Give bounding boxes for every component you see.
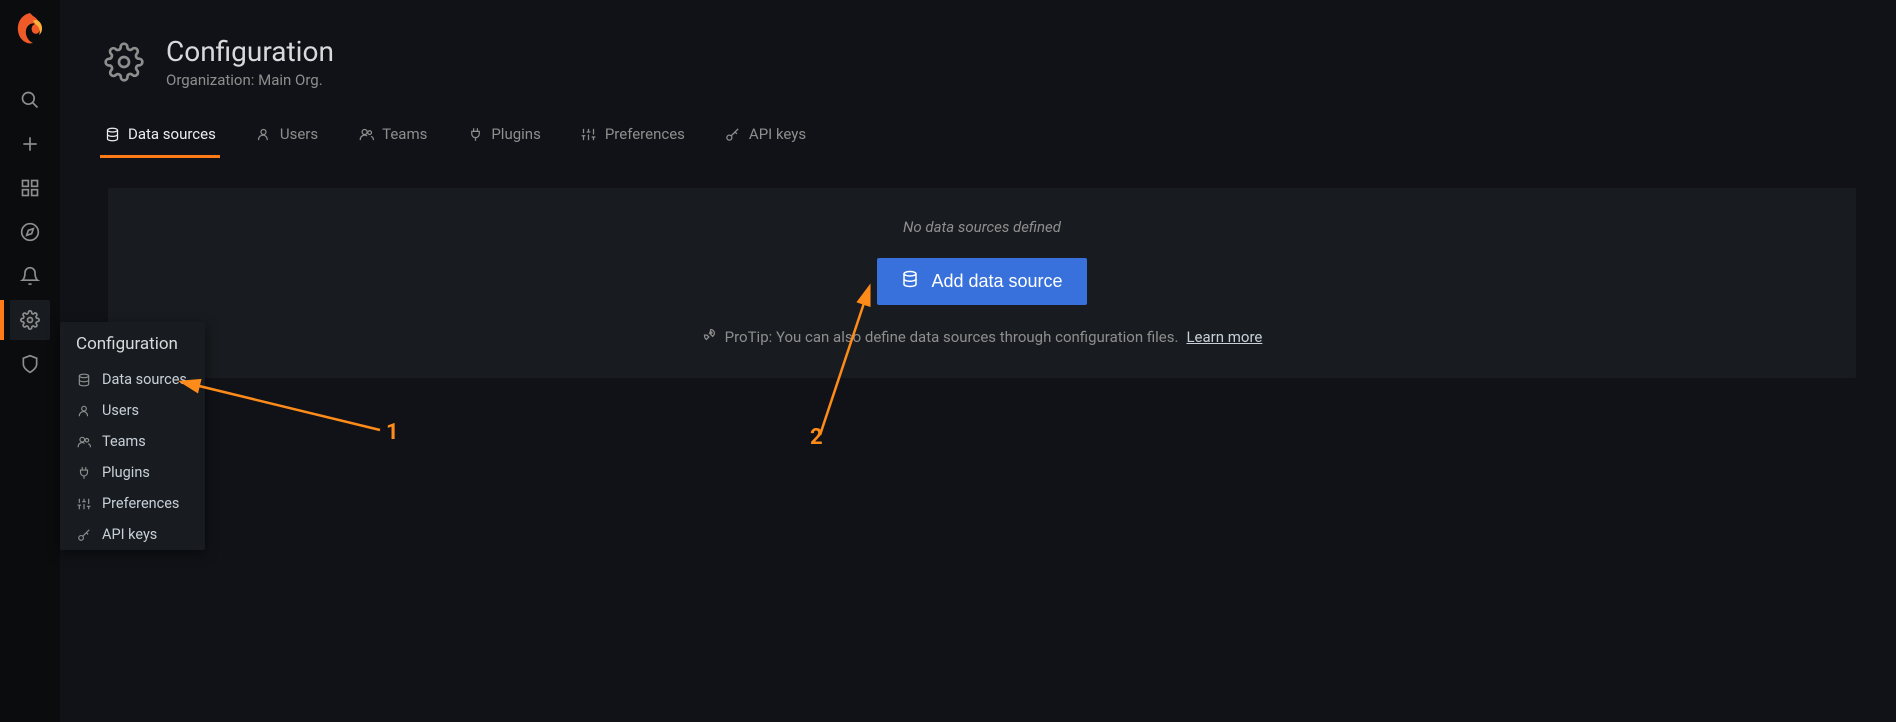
page-title: Configuration [166, 35, 334, 68]
database-icon [76, 372, 92, 388]
submenu-item-label: API keys [102, 526, 157, 543]
shield-icon[interactable] [10, 344, 50, 384]
submenu-item-teams[interactable]: Teams [60, 426, 205, 457]
page-header: Configuration Organization: Main Org. [60, 0, 1896, 89]
tab-label: Data sources [128, 125, 216, 143]
submenu-item-label: Users [102, 402, 139, 419]
data-sources-panel: No data sources defined Add data source … [108, 188, 1856, 378]
database-icon [901, 270, 919, 293]
key-icon [725, 126, 741, 142]
tab-label: Users [280, 125, 318, 143]
sidebar [0, 0, 60, 722]
gear-icon [100, 38, 148, 86]
main-content: Configuration Organization: Main Org. Da… [60, 0, 1896, 722]
users-icon [358, 126, 374, 142]
explore-icon[interactable] [10, 212, 50, 252]
tab-users[interactable]: Users [252, 117, 322, 158]
tab-plugins[interactable]: Plugins [463, 117, 544, 158]
submenu-item-plugins[interactable]: Plugins [60, 457, 205, 488]
protip-text: ProTip: You can also define data sources… [725, 328, 1179, 346]
plug-icon [76, 465, 92, 481]
plug-icon [467, 126, 483, 142]
tab-label: Teams [382, 125, 427, 143]
database-icon [104, 126, 120, 142]
tab-label: API keys [749, 125, 806, 143]
submenu-item-users[interactable]: Users [60, 395, 205, 426]
submenu-item-data-sources[interactable]: Data sources [60, 364, 205, 395]
submenu-item-label: Plugins [102, 464, 150, 481]
sliders-icon [76, 496, 92, 512]
learn-more-link[interactable]: Learn more [1186, 328, 1262, 346]
dashboards-icon[interactable] [10, 168, 50, 208]
empty-state-text: No data sources defined [128, 218, 1836, 236]
configuration-submenu: Configuration Data sources Users Teams P… [60, 322, 205, 550]
tabs: Data sources Users Teams Plugins Prefere… [60, 89, 1896, 158]
tab-data-sources[interactable]: Data sources [100, 117, 220, 158]
tab-label: Plugins [491, 125, 540, 143]
submenu-item-api-keys[interactable]: API keys [60, 519, 205, 550]
page-subtitle: Organization: Main Org. [166, 71, 334, 89]
key-icon [76, 527, 92, 543]
users-icon [76, 434, 92, 450]
grafana-logo[interactable] [10, 10, 50, 50]
search-icon[interactable] [10, 80, 50, 120]
submenu-item-label: Teams [102, 433, 146, 450]
tab-label: Preferences [605, 125, 685, 143]
add-button-label: Add data source [931, 271, 1062, 292]
user-icon [76, 403, 92, 419]
gear-icon[interactable] [10, 300, 50, 340]
rocket-icon [702, 327, 717, 346]
plus-icon[interactable] [10, 124, 50, 164]
submenu-item-label: Preferences [102, 495, 179, 512]
submenu-item-label: Data sources [102, 371, 187, 388]
submenu-title: Configuration [60, 322, 205, 364]
sliders-icon [581, 126, 597, 142]
user-icon [256, 126, 272, 142]
tab-api-keys[interactable]: API keys [721, 117, 810, 158]
add-data-source-button[interactable]: Add data source [877, 258, 1086, 305]
submenu-item-preferences[interactable]: Preferences [60, 488, 205, 519]
bell-icon[interactable] [10, 256, 50, 296]
protip-row: ProTip: You can also define data sources… [128, 327, 1836, 346]
tab-teams[interactable]: Teams [354, 117, 431, 158]
tab-preferences[interactable]: Preferences [577, 117, 689, 158]
